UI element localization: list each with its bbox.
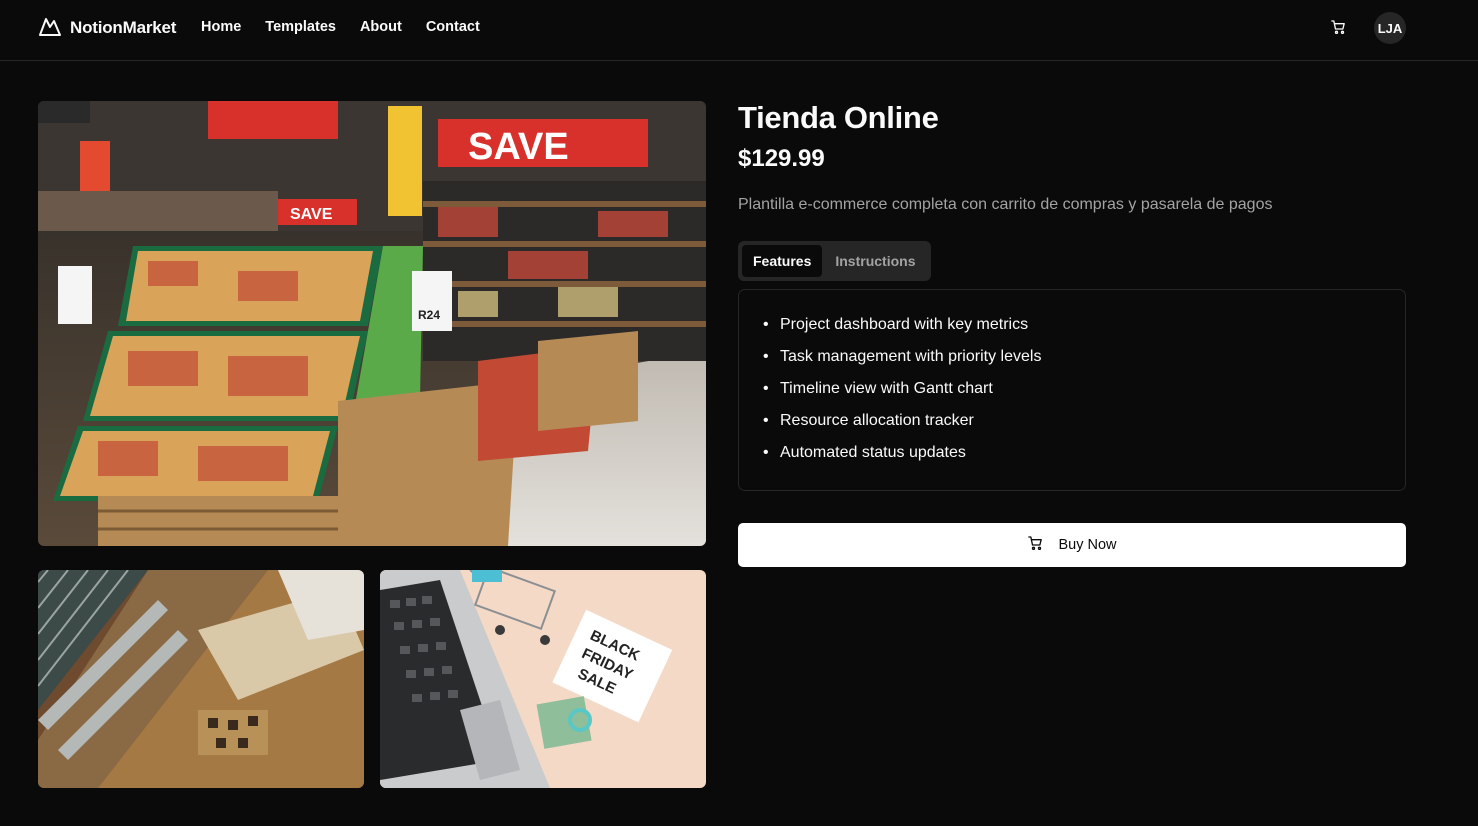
nav-templates-link[interactable]: Templates — [265, 19, 336, 35]
brand-logo-link[interactable]: NotionMarket — [38, 16, 176, 40]
nav-about-link[interactable]: About — [360, 19, 402, 35]
product-main-image[interactable]: SAVE SAVE R24 — [38, 101, 706, 546]
features-panel: • Project dashboard with key metrics • Tas… — [738, 289, 1406, 491]
feature-item: • Timeline view with Gantt chart — [763, 380, 993, 397]
buy-now-label: Buy Now — [1058, 537, 1117, 553]
product-title: Tienda Online — [738, 100, 939, 135]
feature-item: • Project dashboard with key metrics — [763, 316, 1029, 333]
product-price: $129.99 — [738, 145, 825, 172]
mountain-logo-icon — [38, 15, 62, 42]
brand-name: NotionMarket — [70, 18, 177, 37]
svg-text:SAVE: SAVE — [290, 206, 333, 223]
bullet-icon: • — [763, 444, 769, 461]
feature-item: • Resource allocation tracker — [763, 412, 974, 429]
svg-text:SAVE: SAVE — [468, 126, 569, 168]
features-list: • Project dashboard with key metrics • Tas… — [763, 316, 1381, 476]
nav-contact-link[interactable]: Contact — [426, 19, 480, 35]
bullet-icon: • — [763, 316, 769, 333]
header-cart-button[interactable] — [1327, 18, 1349, 40]
tab-instructions[interactable]: Instructions — [824, 245, 926, 277]
cart-icon — [1027, 535, 1044, 555]
cart-icon — [1330, 19, 1347, 40]
user-avatar[interactable]: LJA — [1374, 12, 1406, 44]
product-description: Plantilla e-commerce completa con carrit… — [738, 196, 1273, 213]
feature-item: • Task management with priority levels — [763, 348, 1042, 365]
nav-home-link[interactable]: Home — [201, 19, 241, 35]
bullet-icon: • — [763, 348, 769, 365]
buy-now-button[interactable]: Buy Now — [738, 523, 1406, 567]
feature-item: • Automated status updates — [763, 444, 966, 461]
product-tabs: Features Instructions — [738, 241, 931, 281]
tab-features[interactable]: Features — [742, 245, 823, 277]
bullet-icon: • — [763, 380, 769, 397]
product-thumbnail-1[interactable] — [38, 570, 364, 788]
product-thumbnail-2[interactable]: BLACK FRIDAY SALE — [380, 570, 706, 788]
bullet-icon: • — [763, 412, 769, 429]
svg-text:R24: R24 — [418, 308, 440, 322]
top-header: NotionMarket Home Templates About Contac… — [0, 0, 1478, 61]
main-nav: Home Templates About Contact — [201, 19, 480, 35]
